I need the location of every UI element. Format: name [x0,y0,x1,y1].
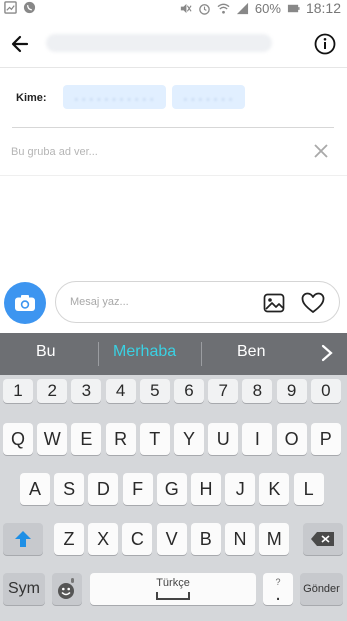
key-y[interactable]: Y [174,423,204,455]
key-t[interactable]: T [139,423,170,455]
punctuation-key-labels: ? . [275,577,281,605]
key-m[interactable]: M [259,523,290,555]
key-j[interactable]: J [225,473,256,505]
key-q[interactable]: Q [3,423,33,455]
emoji-icon [58,578,74,599]
expand-suggestions-button[interactable] [320,344,338,364]
clock: 18:12 [305,0,341,16]
signal-icon [236,2,248,14]
space-bar-icon [156,591,190,600]
key-z[interactable]: Z [54,523,84,555]
key-k[interactable]: K [259,473,290,505]
conversation-title-redacted [46,34,272,52]
shift-arrow-icon [15,531,31,547]
key-v[interactable]: V [156,523,187,555]
recipient-chip-text-redacted: . . . . . . . . . . . [74,91,155,103]
key-5[interactable]: 5 [139,379,170,403]
suggestion-item[interactable]: Bu [36,343,56,361]
key-l[interactable]: L [293,473,324,505]
mute-icon [180,3,192,13]
key-w[interactable]: W [37,423,68,455]
key-2[interactable]: 2 [37,379,68,403]
key-b[interactable]: B [190,523,221,555]
recipients-label: Kime: [16,92,47,104]
key-h[interactable]: H [191,473,221,505]
back-button[interactable] [6,30,34,58]
gallery-button[interactable] [262,291,286,315]
key-4[interactable]: 4 [105,379,136,403]
group-name-divider [0,175,347,176]
keyboard: Bu Merhaba Ben 1234567890 QWERTYUIOP ASD… [0,333,347,621]
suggestion-divider [98,342,99,366]
key-a[interactable]: A [20,473,50,505]
key-8[interactable]: 8 [242,379,273,403]
send-key[interactable]: Gönder [300,573,343,605]
close-icon [314,144,328,158]
punctuation-key[interactable]: ? . [263,573,293,605]
send-key-label: Gönder [303,583,340,595]
message-input[interactable] [70,293,255,311]
recipients-underline [12,127,334,128]
info-circle-icon [314,33,336,55]
key-9[interactable]: 9 [276,379,307,403]
key-3[interactable]: 3 [71,379,102,403]
chevron-right-icon [321,344,333,362]
key-6[interactable]: 6 [174,379,204,403]
emoji-voice-key[interactable] [52,573,82,605]
key-f[interactable]: F [122,473,153,505]
key-g[interactable]: G [156,473,187,505]
app-bar [0,24,347,64]
symbols-key-label: Sym [8,580,40,597]
suggestion-bar: Bu Merhaba Ben [0,333,347,375]
key-n[interactable]: N [225,523,255,555]
recipient-chip[interactable]: . . . . . . . [172,85,245,109]
camera-button[interactable] [4,282,46,324]
gallery-notification-icon [4,1,17,14]
battery-icon [287,4,300,12]
punctuation-primary-label: . [275,583,281,605]
like-button[interactable] [300,291,326,315]
suggestion-item[interactable]: Ben [237,343,265,361]
image-icon [263,293,285,313]
suggestion-item-active[interactable]: Merhaba [113,343,176,361]
alarm-icon [199,3,210,15]
key-7[interactable]: 7 [208,379,239,403]
group-name-input[interactable] [11,142,301,162]
key-x[interactable]: X [88,523,119,555]
battery-percent: 60% [254,0,281,16]
wifi-icon [217,3,230,14]
clear-group-name-button[interactable] [310,140,332,162]
whatsapp-notification-icon [23,1,36,14]
status-bar: 60% 18:12 [0,0,347,18]
suggestion-divider [201,342,202,366]
recipient-chip[interactable]: . . . . . . . . . . . [63,85,166,109]
camera-icon [15,295,35,311]
key-p[interactable]: P [310,423,341,455]
key-r[interactable]: R [105,423,136,455]
key-0[interactable]: 0 [310,379,341,403]
key-i[interactable]: I [242,423,273,455]
key-d[interactable]: D [88,473,119,505]
key-o[interactable]: O [276,423,307,455]
arrow-left-icon [11,35,29,53]
info-button[interactable] [311,30,339,58]
key-1[interactable]: 1 [3,379,33,403]
symbols-key[interactable]: Sym [3,573,45,605]
recipient-chip-text-redacted: . . . . . . . [183,91,234,103]
shift-key[interactable] [3,523,43,555]
heart-icon [301,292,325,313]
backspace-key[interactable] [303,523,343,555]
backspace-icon [311,532,334,546]
space-key[interactable]: Türkçe [90,573,256,605]
message-composer [55,281,340,323]
key-e[interactable]: E [71,423,102,455]
header-divider [0,67,347,68]
key-s[interactable]: S [54,473,85,505]
key-u[interactable]: U [208,423,239,455]
key-c[interactable]: C [122,523,153,555]
keyboard-language-label: Türkçe [156,576,190,589]
